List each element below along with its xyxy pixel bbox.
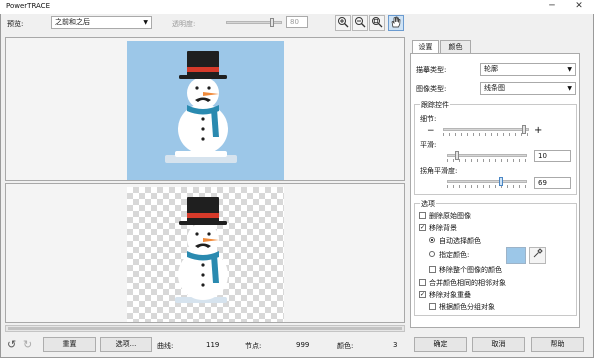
- cancel-button[interactable]: 取消: [472, 337, 525, 352]
- remove-background-label: 移除背景: [429, 224, 457, 232]
- scrollbar-thumb[interactable]: [8, 327, 402, 330]
- trace-type-select[interactable]: 轮廓 ▼: [480, 63, 576, 76]
- corner-smoothness-input[interactable]: 69: [534, 177, 571, 189]
- zoom-out-button[interactable]: [352, 15, 368, 31]
- image-type-value: 线条图: [484, 84, 505, 92]
- group-by-color-label: 根据颜色分组对象: [439, 303, 495, 311]
- transparency-thumb[interactable]: [270, 18, 274, 27]
- zoom-in-icon: [338, 17, 349, 28]
- preview-mode-value: 之前和之后: [55, 18, 90, 26]
- corner-smoothness-slider[interactable]: [447, 176, 527, 188]
- detail-plus-icon[interactable]: +: [534, 125, 542, 136]
- detail-label: 细节:: [420, 115, 437, 123]
- auto-color-radio[interactable]: [429, 237, 435, 243]
- colors-value: 3: [393, 341, 398, 349]
- chevron-down-icon: ▼: [567, 85, 572, 92]
- transparency-label: 透明度:: [172, 20, 196, 28]
- trace-type-value: 轮廓: [484, 65, 498, 73]
- help-button[interactable]: 帮助: [531, 337, 584, 352]
- original-image: [127, 41, 284, 180]
- preview-mode-select[interactable]: 之前和之后 ▼: [51, 16, 152, 29]
- transparency-slider[interactable]: [226, 18, 282, 27]
- tab-settings[interactable]: 设置: [412, 40, 439, 53]
- options-title: 选项: [420, 199, 436, 209]
- minimize-button[interactable]: ─: [541, 0, 563, 13]
- snowman-traced-image: [175, 197, 228, 303]
- remove-whole-color-label: 移除整个图像的颜色: [439, 266, 502, 274]
- trace-controls-title: 跟踪控件: [420, 100, 450, 110]
- corner-smoothness-label: 拐角平滑度:: [420, 167, 458, 175]
- remove-background-checkbox[interactable]: ✓: [419, 224, 426, 231]
- close-button[interactable]: ✕: [568, 0, 590, 13]
- colors-label: 颜色:: [337, 342, 354, 350]
- merge-adjacent-checkbox[interactable]: [419, 279, 426, 286]
- detail-slider-thumb[interactable]: [522, 125, 526, 134]
- image-type-select[interactable]: 线条图 ▼: [480, 82, 576, 95]
- horizontal-scrollbar[interactable]: [5, 325, 405, 332]
- radio-dot: [431, 239, 433, 241]
- chevron-down-icon: ▼: [567, 66, 572, 73]
- smoothing-input[interactable]: 10: [534, 150, 571, 162]
- options-button[interactable]: 选项...: [100, 337, 152, 352]
- ok-button[interactable]: 确定: [414, 337, 467, 352]
- nodes-value: 999: [296, 341, 310, 349]
- group-by-color-checkbox[interactable]: [429, 303, 436, 310]
- preview-label: 预览:: [7, 20, 24, 28]
- snowman-original-image: [127, 41, 284, 180]
- eyedropper-button[interactable]: [529, 247, 546, 264]
- specify-color-radio[interactable]: [429, 251, 435, 257]
- chevron-down-icon: ▼: [143, 19, 148, 26]
- remove-whole-color-checkbox[interactable]: [429, 266, 436, 273]
- zoom-in-button[interactable]: [335, 15, 351, 31]
- zoom-out-icon: [355, 17, 366, 28]
- remove-overlap-checkbox[interactable]: ✓: [419, 291, 426, 298]
- corner-slider-thumb[interactable]: [499, 177, 503, 186]
- redo-icon[interactable]: ↻: [23, 338, 32, 351]
- traced-preview-pane[interactable]: [5, 183, 405, 323]
- smoothing-slider[interactable]: [447, 150, 527, 162]
- pan-hand-icon: [391, 16, 401, 28]
- title-bar: PowerTRACE ─ ✕: [0, 0, 594, 14]
- zoom-fit-button[interactable]: [369, 15, 385, 31]
- detail-minus-icon[interactable]: −: [427, 126, 435, 136]
- delete-original-checkbox[interactable]: [419, 212, 426, 219]
- reset-button[interactable]: 重置: [43, 337, 96, 352]
- specify-color-label: 指定颜色:: [439, 251, 470, 259]
- smoothing-slider-thumb[interactable]: [455, 151, 459, 160]
- trace-type-label: 描摹类型:: [416, 66, 447, 74]
- window-title: PowerTRACE: [6, 2, 50, 10]
- eyedropper-icon: [533, 248, 543, 258]
- image-type-label: 图像类型:: [416, 85, 447, 93]
- tab-colors[interactable]: 颜色: [440, 40, 471, 53]
- nodes-label: 节点:: [245, 342, 262, 350]
- pan-button[interactable]: [388, 15, 404, 31]
- delete-original-label: 删除原始图像: [429, 212, 471, 220]
- curves-value: 119: [206, 341, 220, 349]
- transparency-input[interactable]: 80: [286, 16, 308, 28]
- curves-label: 曲线:: [157, 342, 174, 350]
- auto-color-label: 自动选择颜色: [439, 237, 481, 245]
- color-swatch[interactable]: [506, 247, 526, 264]
- smoothing-label: 平滑:: [420, 141, 437, 149]
- original-preview-pane[interactable]: [5, 37, 405, 181]
- transparency-checkerboard: [127, 187, 284, 322]
- detail-slider[interactable]: [443, 124, 529, 136]
- zoom-fit-icon: [372, 17, 383, 28]
- remove-overlap-label: 移除对象重叠: [429, 291, 471, 299]
- merge-adjacent-label: 合并颜色相同的相邻对象: [429, 279, 506, 287]
- undo-icon[interactable]: ↺: [7, 338, 16, 351]
